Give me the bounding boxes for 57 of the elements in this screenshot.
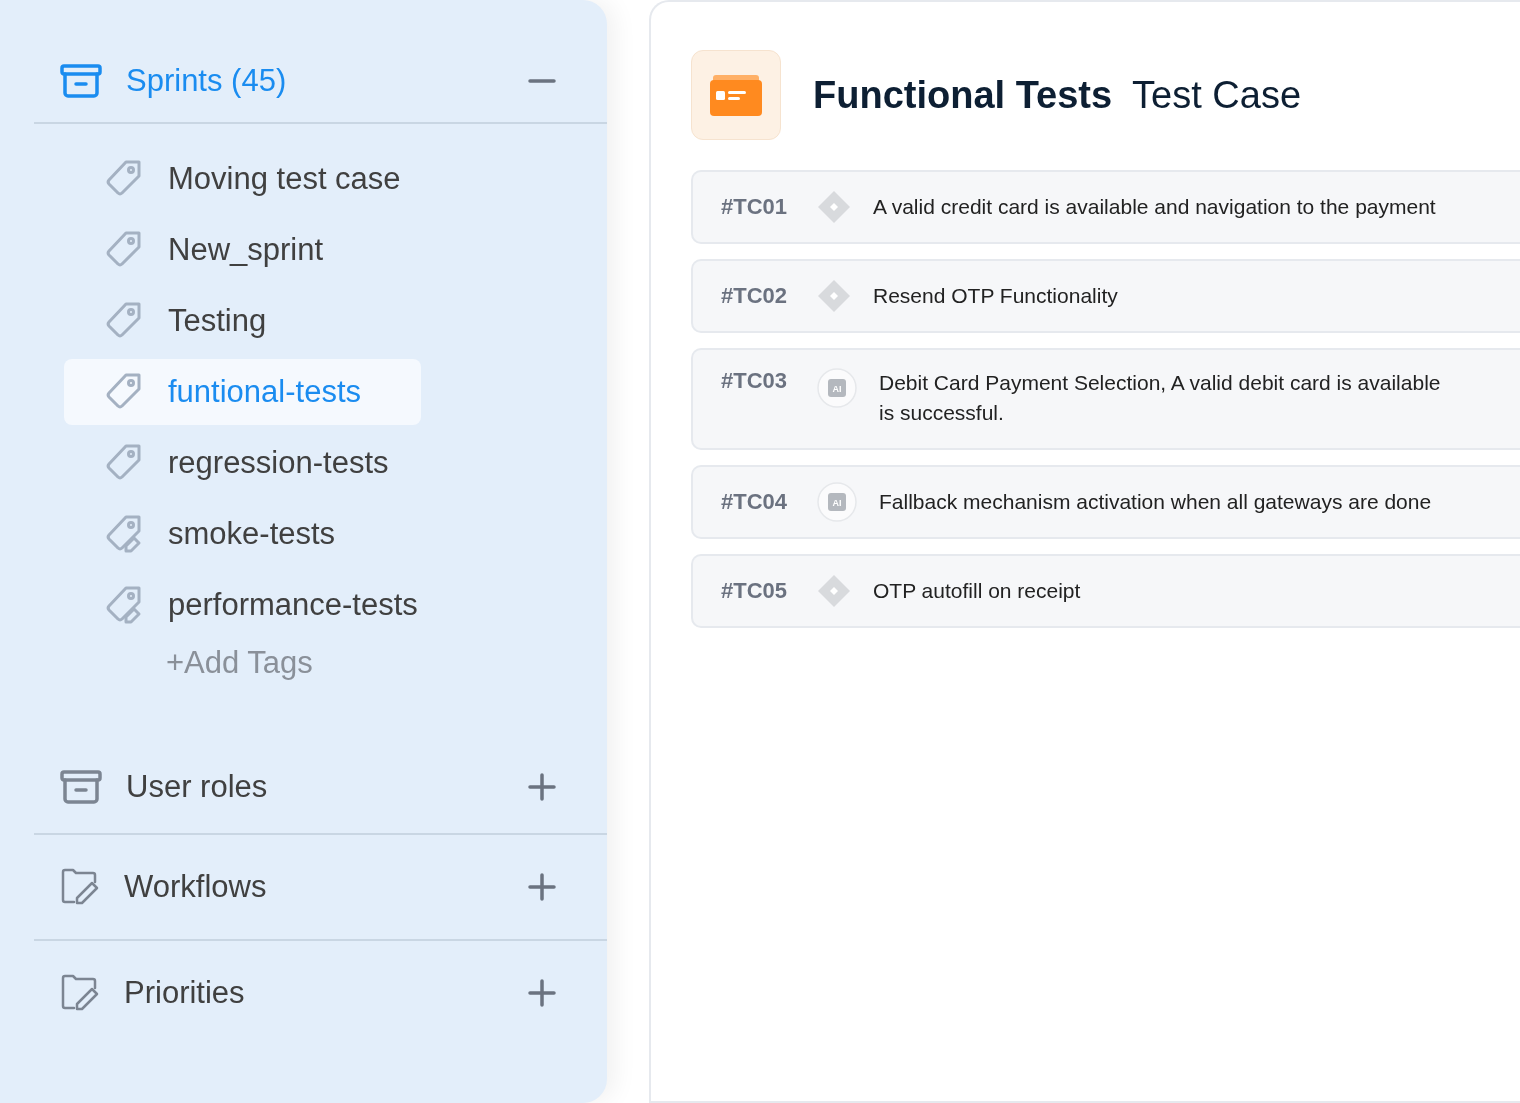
test-case-id: #TC05: [721, 578, 789, 604]
folder-pencil-icon: [60, 973, 100, 1013]
minus-icon: [528, 79, 556, 83]
ai-badge-icon: AI: [817, 482, 857, 522]
folder-pencil-icon: [60, 867, 100, 907]
plus-icon: [528, 773, 556, 801]
tag-label: smoke-tests: [168, 516, 336, 552]
diamond-icon: [817, 279, 851, 313]
diamond-icon: [817, 574, 851, 608]
test-case-id: #TC04: [721, 489, 789, 515]
tag-label: New_sprint: [168, 232, 324, 268]
page-subtitle: Test Case: [1132, 73, 1302, 117]
plus-icon: [528, 873, 556, 901]
archive-box-icon: [60, 769, 102, 805]
section-title: User roles: [126, 769, 269, 805]
tag-label: Testing: [168, 303, 267, 339]
test-case-row[interactable]: #TC03 AI Debit Card Payment Selection, A valid debit card is available is successful.: [691, 348, 1520, 450]
test-case-text: Resend OTP Functionality: [873, 283, 1118, 309]
section-title: Priorities: [124, 975, 246, 1011]
ai-badge-icon: AI: [817, 368, 857, 408]
tag-item[interactable]: New_sprint: [64, 217, 421, 283]
tag-label: funtional-tests: [168, 374, 361, 410]
test-case-row[interactable]: #TC01 A valid credit card is available and navigation to the payment: [691, 170, 1520, 244]
tag-item[interactable]: regression-tests: [64, 430, 421, 496]
plus-icon: [528, 979, 556, 1007]
tag-pencil-icon: [104, 514, 144, 554]
diamond-icon: [817, 190, 851, 224]
tag-item[interactable]: Testing: [64, 288, 421, 354]
test-case-text: Fallback mechanism activation when all gateways are done: [879, 489, 1432, 515]
tag-item[interactable]: smoke-tests: [64, 501, 421, 567]
tag-item[interactable]: Moving test case: [64, 146, 421, 212]
expand-button[interactable]: [527, 772, 557, 802]
test-case-text: A valid credit card is available and navigation to the payment: [873, 194, 1436, 220]
test-case-text: OTP autofill on receipt: [873, 578, 1081, 604]
folder-logo-icon: [691, 50, 781, 140]
section-header[interactable]: Workflows: [34, 835, 607, 941]
section-header[interactable]: User roles: [34, 741, 607, 835]
expand-button[interactable]: [527, 872, 557, 902]
test-case-row[interactable]: #TC05 OTP autofill on receipt: [691, 554, 1520, 628]
expand-button[interactable]: [527, 978, 557, 1008]
test-case-row[interactable]: #TC02 Resend OTP Functionality: [691, 259, 1520, 333]
section-header[interactable]: Priorities: [34, 941, 607, 1045]
page-title: Functional Tests: [813, 73, 1113, 117]
test-case-text: is successful.: [879, 400, 1005, 426]
test-case-id: #TC03: [721, 368, 789, 394]
tag-label: regression-tests: [168, 445, 389, 481]
section-title: Sprints (45): [126, 63, 288, 99]
tag-label: Moving test case: [168, 161, 401, 197]
section-title: Workflows: [124, 869, 268, 905]
archive-box-icon: [60, 63, 102, 99]
tag-pencil-icon: [104, 585, 144, 625]
test-case-text: Debit Card Payment Selection, A valid debit card is available: [879, 370, 1441, 396]
tag-item[interactable]: performance-tests: [64, 572, 421, 638]
test-case-id: #TC01: [721, 194, 789, 220]
test-case-row[interactable]: #TC04 AI Fallback mechanism activation when all gateways are done: [691, 465, 1520, 539]
tag-label: performance-tests: [168, 587, 418, 623]
test-case-id: #TC02: [721, 283, 789, 309]
